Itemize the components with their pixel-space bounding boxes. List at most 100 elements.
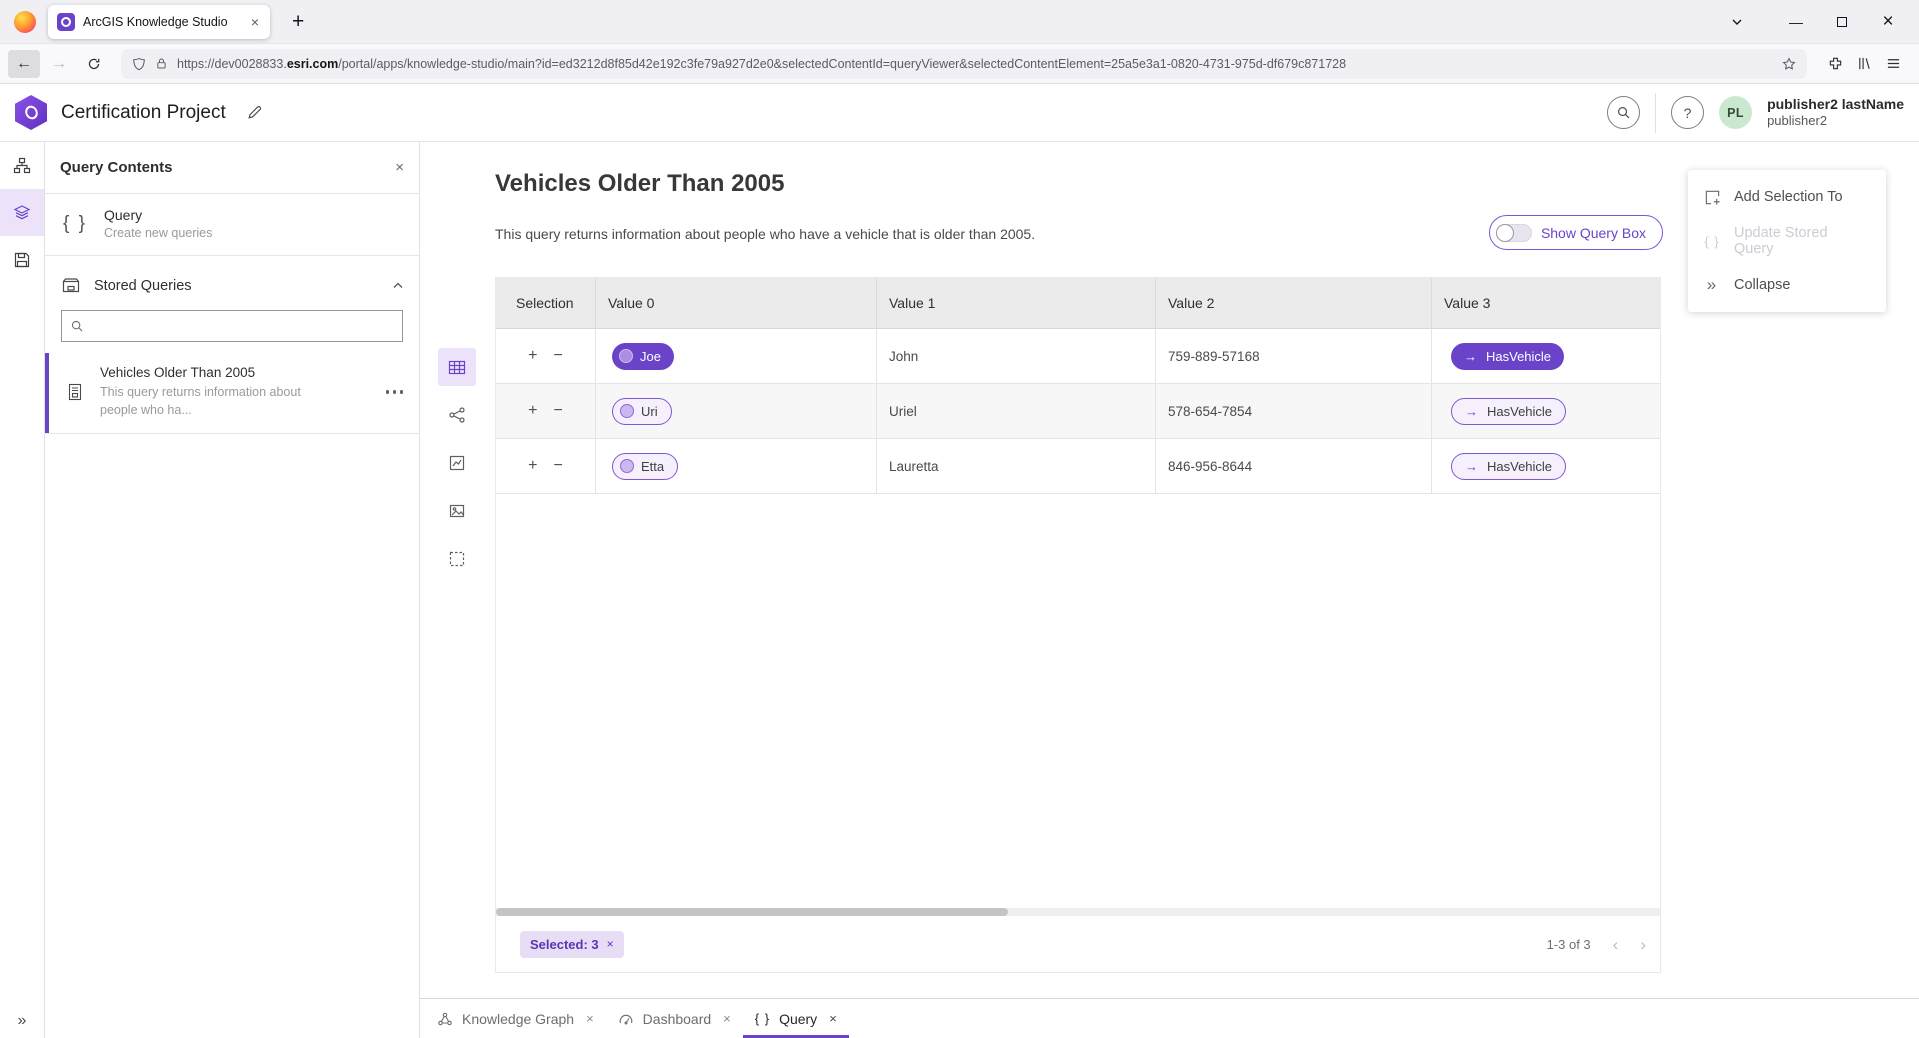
braces-icon: { } (1703, 234, 1721, 249)
entity-pill[interactable]: Joe (612, 343, 674, 370)
tab-close-icon[interactable]: × (723, 1011, 731, 1026)
rail-layers-icon[interactable] (0, 189, 44, 236)
results-table: Selection Value 0 Value 1 Value 2 Value … (495, 277, 1661, 973)
stored-queries-header[interactable]: Stored Queries (45, 256, 419, 305)
column-header: Value 1 (877, 278, 1156, 328)
dashboard-gauge-icon (618, 1011, 634, 1027)
search-icon (70, 319, 84, 333)
extensions-icon[interactable] (1828, 56, 1843, 71)
rail-save-icon[interactable] (0, 236, 44, 283)
menu-item-add-selection-to[interactable]: Add Selection To (1688, 175, 1886, 219)
cell-value: 759-889-57168 (1156, 329, 1432, 383)
menu-item-collapse[interactable]: » Collapse (1688, 263, 1886, 307)
table-row: + − Etta Lauretta 846-956-8644 →HasVehic… (496, 439, 1660, 494)
show-query-box-toggle[interactable]: Show Query Box (1489, 215, 1663, 250)
app-header: Certification Project ? PL publisher2 la… (0, 84, 1919, 142)
firefox-icon (14, 11, 36, 33)
search-input[interactable] (91, 319, 394, 334)
reload-button[interactable] (78, 50, 110, 78)
horizontal-scrollbar (496, 908, 1660, 916)
browser-tab[interactable]: ArcGIS Knowledge Studio × (48, 5, 270, 39)
clear-selection-icon[interactable]: × (607, 937, 614, 951)
remove-from-selection-button[interactable]: − (554, 402, 563, 420)
panel-close-icon[interactable]: × (395, 159, 404, 176)
menu-item-update-stored-query: { } Update Stored Query (1688, 219, 1886, 263)
expand-panel-icon[interactable]: » (0, 1012, 44, 1030)
header-divider (1655, 93, 1656, 133)
tab-close-icon[interactable]: × (249, 14, 261, 30)
stored-queries-search[interactable] (61, 310, 403, 342)
stored-query-title: Vehicles Older Than 2005 (100, 365, 318, 380)
new-tab-button[interactable]: + (286, 10, 310, 34)
stored-query-item[interactable]: Vehicles Older Than 2005 This query retu… (45, 353, 419, 434)
chevron-up-icon[interactable] (392, 280, 404, 292)
left-rail: » (0, 142, 45, 1038)
tab-knowledge-graph[interactable]: Knowledge Graph × (425, 999, 606, 1038)
braces-icon: { } (755, 1011, 770, 1026)
add-to-selection-button[interactable]: + (528, 402, 537, 420)
relationship-pill[interactable]: →HasVehicle (1451, 398, 1566, 425)
menu-hamburger-icon[interactable] (1886, 56, 1901, 71)
stored-queries-label: Stored Queries (94, 278, 192, 294)
next-page-icon[interactable]: › (1640, 936, 1646, 953)
add-to-selection-button[interactable]: + (528, 347, 537, 365)
stored-queries-icon (62, 277, 80, 295)
forward-button[interactable]: → (43, 50, 75, 78)
window-maximize-button[interactable] (1819, 0, 1865, 43)
add-to-selection-button[interactable]: + (528, 457, 537, 475)
table-row: + − Uri Uriel 578-654-7854 →HasVehicle (496, 384, 1660, 439)
selection-tools-icon[interactable] (438, 540, 476, 578)
window-minimize-button[interactable]: — (1773, 0, 1819, 43)
table-footer: Selected: 3 × 1-3 of 3 ‹ › (496, 916, 1660, 972)
remove-from-selection-button[interactable]: − (554, 347, 563, 365)
knowledge-graph-icon (437, 1011, 453, 1027)
tracking-shield-icon[interactable] (132, 57, 146, 71)
prev-page-icon[interactable]: ‹ (1613, 936, 1619, 953)
tab-dashboard[interactable]: Dashboard × (606, 999, 743, 1038)
cell-value: 578-654-7854 (1156, 384, 1432, 438)
entity-node-icon (620, 404, 634, 418)
table-view-icon[interactable] (438, 348, 476, 386)
table-row: + − Joe John 759-889-57168 →HasVehicle (496, 329, 1660, 384)
window-close-button[interactable]: × (1865, 0, 1911, 43)
search-button[interactable] (1607, 96, 1640, 129)
remove-from-selection-button[interactable]: − (554, 457, 563, 475)
toggle-switch[interactable] (1496, 224, 1532, 242)
panel-title: Query Contents (60, 159, 395, 176)
stored-query-description: This query returns information about peo… (100, 384, 318, 419)
tab-close-icon[interactable]: × (586, 1011, 594, 1026)
tab-close-icon[interactable]: × (829, 1011, 837, 1026)
arrow-right-icon: → (1465, 459, 1478, 474)
entity-pill[interactable]: Uri (612, 398, 672, 425)
library-icon[interactable] (1857, 56, 1872, 71)
bookmark-star-icon[interactable] (1782, 57, 1796, 71)
relationship-pill[interactable]: →HasVehicle (1451, 343, 1564, 370)
query-item[interactable]: { } Query Create new queries (45, 194, 419, 256)
avatar[interactable]: PL (1719, 96, 1752, 129)
chart-view-icon[interactable] (438, 444, 476, 482)
cell-value: John (877, 329, 1156, 383)
lock-icon[interactable] (155, 57, 168, 70)
help-button[interactable]: ? (1671, 96, 1704, 129)
selected-indicator (45, 353, 49, 433)
edit-project-title-icon[interactable] (246, 104, 263, 121)
entity-pill[interactable]: Etta (612, 453, 678, 480)
link-chart-view-icon[interactable] (438, 396, 476, 434)
browser-tab-strip: ArcGIS Knowledge Studio × + — × (0, 0, 1919, 44)
selected-count-label: Selected: 3 (530, 937, 599, 952)
url-bar[interactable]: https://dev0028833.esri.com/portal/apps/… (121, 49, 1807, 79)
scrollbar-thumb[interactable] (496, 908, 1008, 916)
knowledge-studio-logo (15, 95, 47, 130)
back-button[interactable]: ← (8, 50, 40, 78)
rail-project-contents-icon[interactable] (0, 142, 44, 189)
project-title: Certification Project (61, 102, 226, 124)
column-header: Value 0 (596, 278, 877, 328)
relationship-pill[interactable]: →HasVehicle (1451, 453, 1566, 480)
stored-query-doc-icon (66, 383, 84, 401)
tab-query[interactable]: { } Query × (743, 999, 849, 1038)
item-options-icon[interactable] (384, 386, 406, 398)
list-all-tabs-icon[interactable] (1731, 16, 1743, 28)
column-header: Value 3 (1432, 278, 1660, 328)
map-view-icon[interactable] (438, 492, 476, 530)
cell-value: 846-956-8644 (1156, 439, 1432, 493)
